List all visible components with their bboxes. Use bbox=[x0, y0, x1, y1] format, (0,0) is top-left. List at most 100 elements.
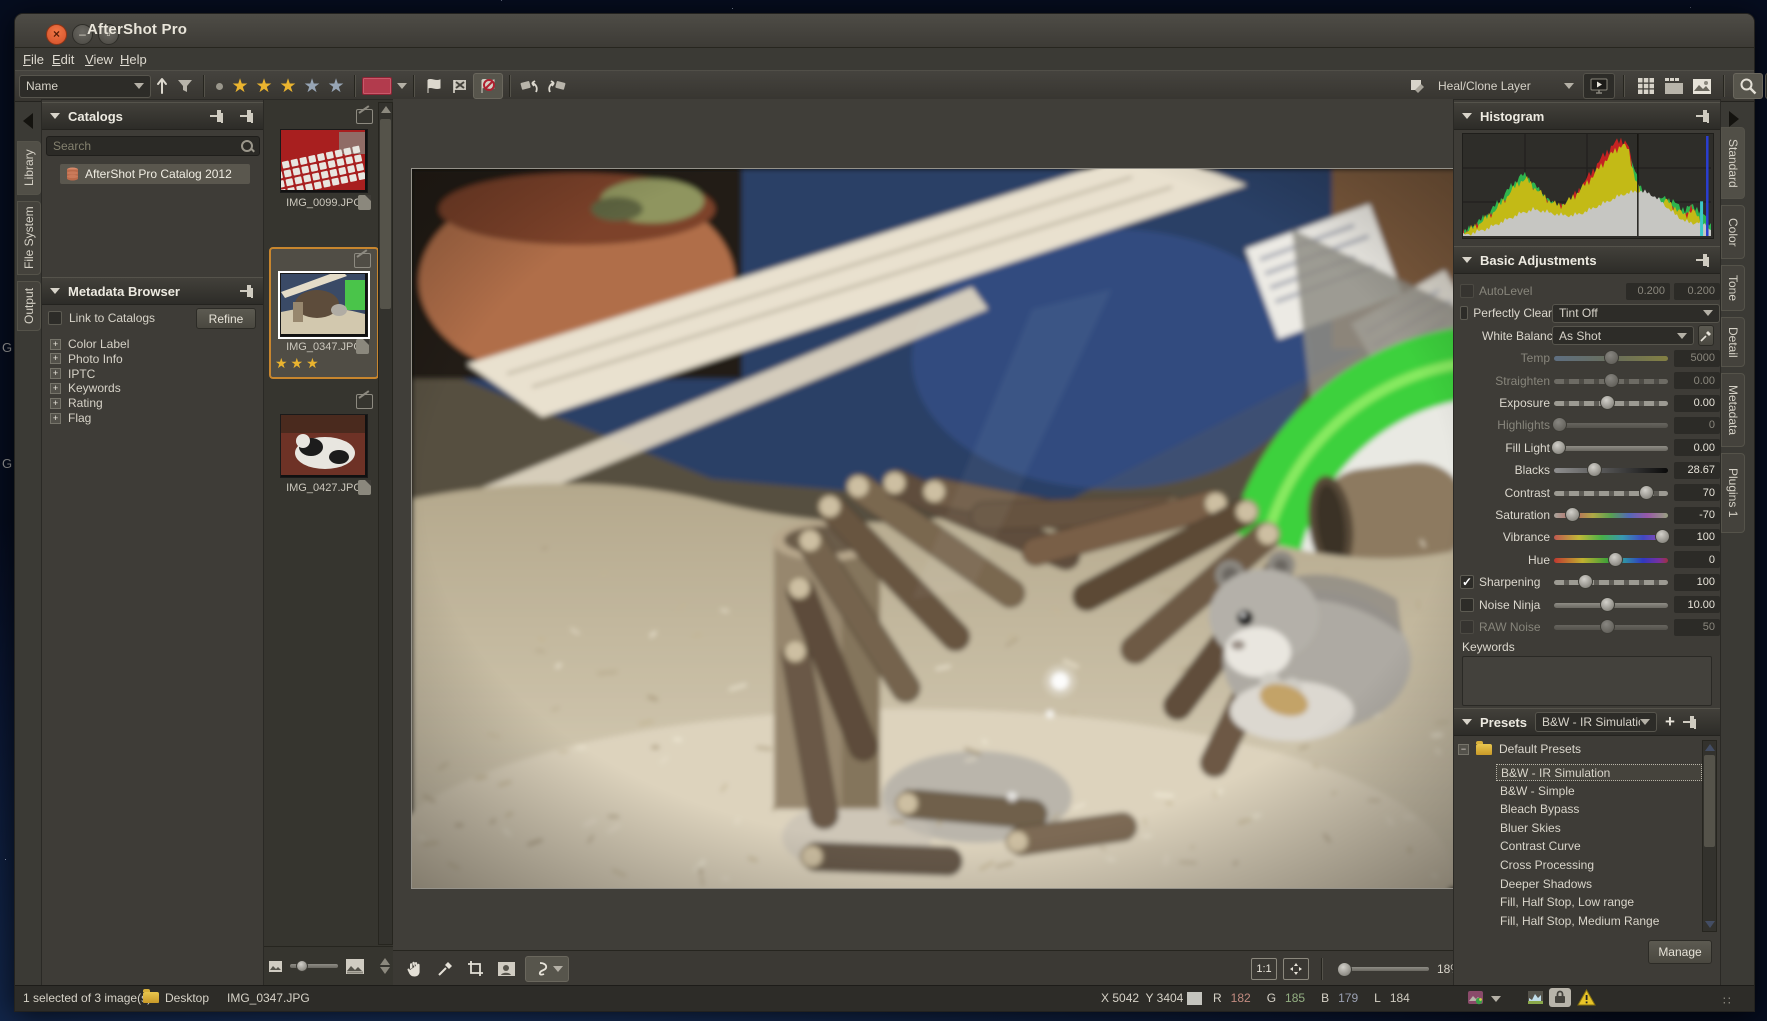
preset-item[interactable]: B&W - Simple bbox=[1496, 783, 1702, 800]
preset-folder-row[interactable]: − Default Presets bbox=[1458, 742, 1581, 756]
preset-item[interactable]: Deeper Shadows bbox=[1496, 876, 1702, 893]
folder-icon[interactable] bbox=[143, 991, 159, 1005]
sort-field-select[interactable]: Name bbox=[19, 75, 151, 98]
lock-icon[interactable] bbox=[1549, 988, 1571, 1007]
collapse-right-panel-icon[interactable] bbox=[1729, 111, 1739, 127]
metadata-browser-header[interactable]: Metadata Browser bbox=[42, 277, 264, 305]
preset-item[interactable]: Bleach Bypass bbox=[1496, 801, 1702, 818]
tab-metadata[interactable]: Metadata bbox=[1721, 373, 1745, 447]
link-to-catalogs-row[interactable]: Link to Catalogs bbox=[48, 311, 155, 325]
highlights-slider-thumb[interactable] bbox=[1552, 417, 1567, 432]
preset-item[interactable]: Bluer Skies bbox=[1496, 820, 1702, 837]
selection-lasso-tool[interactable] bbox=[525, 956, 569, 982]
warning-icon[interactable] bbox=[1577, 989, 1596, 1009]
scroll-down-icon[interactable] bbox=[380, 967, 390, 974]
small-thumbnails-icon[interactable] bbox=[268, 960, 283, 973]
vibrance-value[interactable]: 100 bbox=[1674, 529, 1720, 546]
exposure-value[interactable]: 0.00 bbox=[1674, 395, 1720, 412]
preset-item[interactable]: Fill, Half Stop, Medium Range bbox=[1496, 913, 1702, 930]
red-eye-tool-icon[interactable] bbox=[493, 957, 519, 981]
expand-icon[interactable]: + bbox=[50, 398, 61, 409]
expand-icon[interactable]: + bbox=[50, 368, 61, 379]
noise_ninja-value[interactable]: 10.00 bbox=[1674, 596, 1720, 613]
fill_light-value[interactable]: 0.00 bbox=[1674, 439, 1720, 456]
color-label-dropdown-icon[interactable] bbox=[397, 83, 407, 89]
manage-presets-button[interactable]: Manage bbox=[1648, 940, 1712, 964]
contrast-slider-thumb[interactable] bbox=[1639, 485, 1654, 500]
contrast-value[interactable]: 70 bbox=[1674, 484, 1720, 501]
temp-value[interactable]: 5000 bbox=[1674, 350, 1720, 367]
perfectly_clear-checkbox[interactable] bbox=[1460, 306, 1468, 320]
straighten-slider-thumb[interactable] bbox=[1604, 373, 1619, 388]
raw_noise-value[interactable]: 50 bbox=[1674, 619, 1720, 636]
pin-icon[interactable] bbox=[1683, 716, 1699, 728]
sharpening-slider-track[interactable] bbox=[1554, 580, 1668, 585]
white-balance-eyedropper-icon[interactable] bbox=[1698, 325, 1714, 346]
tool-dropdown-icon[interactable] bbox=[553, 966, 563, 972]
crop-tool-icon[interactable] bbox=[463, 957, 487, 981]
grid-view-icon[interactable] bbox=[1633, 74, 1659, 98]
expand-icon[interactable]: + bbox=[50, 413, 61, 424]
thumbnail-IMG_0099.JPG[interactable]: IMG_0099.JPG bbox=[269, 105, 379, 233]
menu-view[interactable]: View bbox=[81, 50, 117, 69]
layer-selector[interactable]: Heal/Clone Layer bbox=[1431, 75, 1581, 98]
exposure-slider-thumb[interactable] bbox=[1600, 395, 1615, 410]
thumbnail-size-slider[interactable] bbox=[288, 959, 340, 973]
large-thumbnails-icon[interactable] bbox=[345, 958, 365, 975]
rating-star-3[interactable]: ★ bbox=[276, 77, 300, 96]
scrollbar-thumb[interactable] bbox=[1704, 755, 1715, 847]
preset-item[interactable]: B&W - IR Simulation bbox=[1496, 764, 1702, 781]
rotate-right-icon[interactable] bbox=[543, 74, 569, 98]
current-folder[interactable]: Desktop bbox=[165, 991, 209, 1005]
tab-tone[interactable]: Tone bbox=[1721, 265, 1745, 311]
autolevel-value-low[interactable]: 0.200 bbox=[1626, 283, 1670, 300]
filmstrip-scrollbar[interactable] bbox=[378, 102, 393, 945]
highlights-slider-track[interactable] bbox=[1554, 423, 1668, 428]
highlights-value[interactable]: 0 bbox=[1674, 417, 1720, 434]
scrollbar-thumb[interactable] bbox=[380, 119, 391, 309]
thumbnail-image[interactable] bbox=[280, 129, 368, 193]
image-view-icon[interactable] bbox=[1689, 74, 1715, 98]
metadata-item-iptc[interactable]: +IPTC bbox=[50, 367, 95, 381]
zoom-fit-button[interactable] bbox=[1283, 958, 1309, 980]
raw_noise-slider-thumb[interactable] bbox=[1600, 619, 1615, 634]
raw_noise-checkbox[interactable] bbox=[1460, 620, 1474, 634]
collapse-triangle-icon[interactable] bbox=[50, 288, 60, 294]
expand-icon[interactable]: + bbox=[50, 339, 61, 350]
blacks-value[interactable]: 28.67 bbox=[1674, 462, 1720, 479]
thumbnail-image[interactable] bbox=[280, 273, 368, 337]
saturation-value[interactable]: -70 bbox=[1674, 507, 1720, 524]
rating-star-2[interactable]: ★ bbox=[252, 77, 276, 96]
basic-adjustments-header[interactable]: Basic Adjustments bbox=[1454, 246, 1720, 274]
filter-icon[interactable] bbox=[173, 74, 197, 98]
pin-icon[interactable] bbox=[1696, 254, 1712, 266]
pan-hand-tool-icon[interactable] bbox=[401, 957, 427, 981]
new-catalog-icon[interactable] bbox=[210, 110, 226, 122]
hue-slider-thumb[interactable] bbox=[1608, 552, 1623, 567]
rating-star-1[interactable]: ★ bbox=[228, 77, 252, 96]
white_balance-select[interactable]: As Shot bbox=[1552, 326, 1694, 345]
pin-icon[interactable] bbox=[1696, 110, 1712, 122]
saturation-slider-thumb[interactable] bbox=[1565, 507, 1580, 522]
metadata-item-color-label[interactable]: +Color Label bbox=[50, 337, 129, 351]
sort-ascending-icon[interactable] bbox=[151, 74, 173, 98]
sharpening-checkbox[interactable]: ✓ bbox=[1460, 575, 1474, 589]
sharpening-slider-thumb[interactable] bbox=[1578, 574, 1593, 589]
presets-header[interactable]: Presets B&W - IR Simulation + bbox=[1454, 708, 1720, 736]
autolevel-checkbox[interactable] bbox=[1460, 284, 1474, 298]
main-image-photo[interactable] bbox=[412, 169, 1462, 888]
expand-icon[interactable]: + bbox=[50, 383, 61, 394]
zoom-1to1-button[interactable]: 1:1 bbox=[1251, 958, 1277, 980]
metadata-item-keywords[interactable]: +Keywords bbox=[50, 381, 121, 395]
scroll-down-icon[interactable] bbox=[1705, 921, 1715, 928]
thumbnail-IMG_0427.JPG[interactable]: IMG_0427.JPG bbox=[269, 390, 379, 518]
scroll-up-icon[interactable] bbox=[1705, 744, 1715, 751]
profile-dropdown-icon[interactable] bbox=[1491, 996, 1501, 1002]
perfectly_clear-select[interactable]: Tint Off bbox=[1552, 304, 1720, 323]
tab-output[interactable]: Output bbox=[17, 281, 41, 331]
tab-file-system[interactable]: File System bbox=[17, 201, 41, 275]
close-button[interactable]: × bbox=[46, 24, 67, 45]
histogram-header[interactable]: Histogram bbox=[1454, 102, 1720, 130]
menu-edit[interactable]: Edit bbox=[48, 50, 78, 69]
menu-help[interactable]: Help bbox=[116, 50, 151, 69]
